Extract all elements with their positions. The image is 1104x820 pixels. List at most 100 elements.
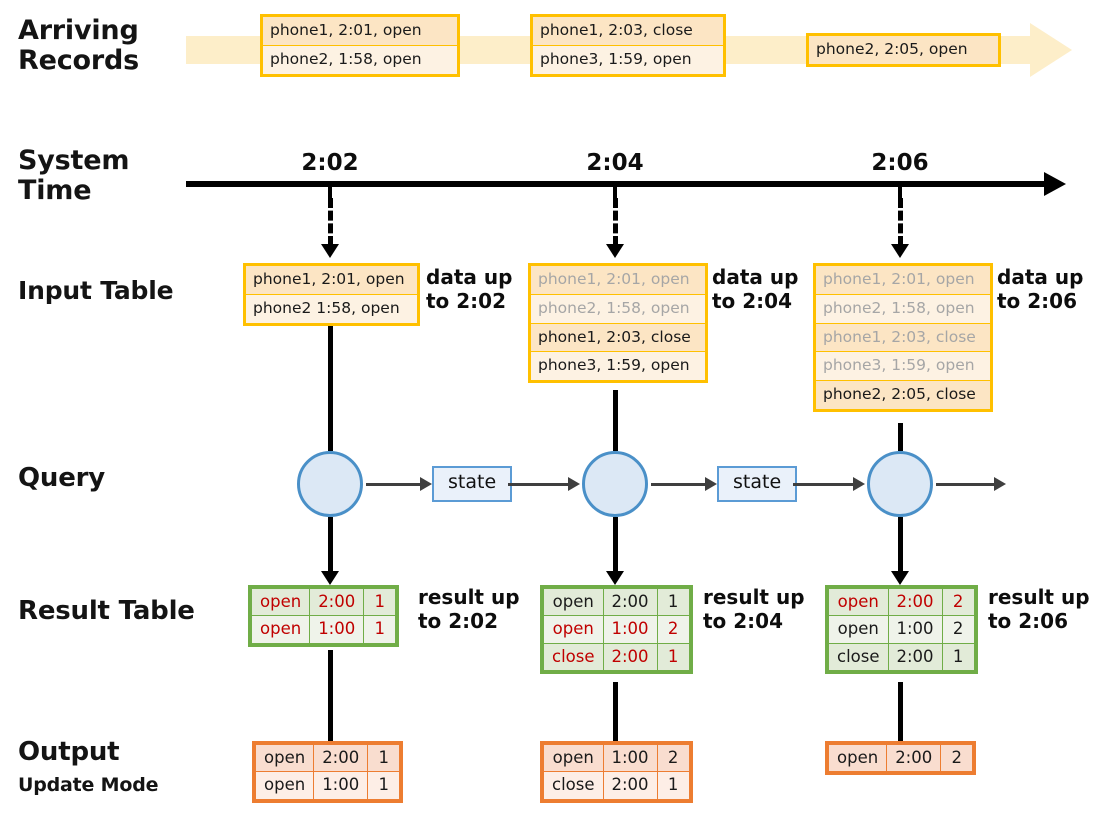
- result-cell-count: 1: [941, 642, 975, 672]
- result-cell-event: open: [543, 587, 604, 617]
- result-cell-event: close: [828, 642, 889, 672]
- input-table-row: phone2 1:58, open: [246, 294, 417, 323]
- result-table-1: open 2:00 1 open 1:00 1: [248, 585, 400, 647]
- system-time-tick-label: 2:02: [301, 150, 359, 176]
- input-table-row: phone1, 2:01, open: [531, 266, 705, 295]
- state-flow-line-1b: [508, 483, 572, 486]
- table-row: open 1:00 2: [543, 615, 690, 644]
- arrow-time-to-input-2: [605, 198, 625, 260]
- result-cell-count: 1: [656, 642, 690, 672]
- table-row: open 2:00 1: [250, 587, 397, 617]
- arriving-records-band-arrowhead: [1030, 23, 1072, 77]
- system-time-tick-label: 2:06: [871, 150, 929, 176]
- arrow-input-to-query-3: [890, 423, 910, 451]
- input-table-row: phone1, 2:03, close: [816, 323, 990, 353]
- state-box-2: state: [717, 466, 798, 502]
- input-table-row: phone3, 1:59, open: [816, 352, 990, 382]
- table-row: close 2:00 1: [828, 642, 975, 672]
- query-node-1: [297, 451, 363, 517]
- input-table-row: phone1, 2:01, open: [246, 266, 417, 295]
- state-flow-arrowhead-2a: [705, 477, 717, 491]
- table-row: open 2:00 1: [543, 587, 690, 617]
- state-flow-line-1a: [366, 483, 422, 486]
- output-table-2: open 1:00 2 close 2:00 1: [540, 741, 693, 803]
- query-node-2: [582, 451, 648, 517]
- input-table-2: phone1, 2:01, open phone2, 1:58, open ph…: [528, 263, 708, 384]
- arrow-time-to-input-3: [890, 198, 910, 260]
- arriving-record-line: phone1, 2:01, open: [263, 17, 457, 46]
- arrow-query-to-result-3: [890, 517, 910, 587]
- result-cell-count: 1: [363, 587, 397, 617]
- table-row: open 1:00 2: [543, 743, 690, 773]
- result-cell-count: 1: [656, 587, 690, 617]
- output-table-3: open 2:00 2: [825, 741, 977, 776]
- result-cell-count: 1: [363, 615, 397, 644]
- result-table-2: open 2:00 1 open 1:00 2 close 2:00 1: [540, 585, 693, 675]
- arrow-result-to-output-1: [320, 650, 340, 756]
- input-table-row: phone2, 1:58, open: [531, 294, 705, 324]
- arrow-query-to-result-2: [605, 517, 625, 587]
- table-row: open 1:00 1: [254, 771, 401, 800]
- result-cell-count: 2: [941, 615, 975, 644]
- output-cell-count: 1: [656, 771, 690, 800]
- output-cell-time: 2:00: [602, 771, 658, 800]
- arrow-result-to-output-2: [605, 682, 625, 756]
- table-row: open 2:00 2: [827, 743, 974, 773]
- result-annotation-1: result up to 2:02: [418, 585, 520, 633]
- result-cell-time: 2:00: [602, 642, 658, 672]
- table-row: close 2:00 1: [543, 771, 690, 800]
- query-node-3: [867, 451, 933, 517]
- output-cell-event: open: [254, 743, 315, 773]
- result-cell-time: 1:00: [602, 615, 658, 644]
- input-table-row: phone1, 2:03, close: [531, 323, 705, 353]
- row-label-output: Output: [18, 737, 120, 767]
- row-label-arriving-records: Arriving Records: [18, 15, 139, 77]
- result-cell-time: 1:00: [309, 615, 365, 644]
- output-cell-event: close: [543, 771, 604, 800]
- input-table-row: phone1, 2:01, open: [816, 266, 990, 295]
- system-time-tick-label: 2:04: [586, 150, 644, 176]
- state-flow-line-3: [936, 483, 998, 486]
- input-table-3: phone1, 2:01, open phone2, 1:58, open ph…: [813, 263, 993, 412]
- result-annotation-2: result up to 2:04: [703, 585, 805, 633]
- result-cell-event: open: [828, 587, 889, 617]
- output-cell-time: 2:00: [313, 743, 369, 773]
- input-annotation-2: data up to 2:04: [712, 265, 799, 313]
- state-flow-arrowhead-1b: [568, 477, 580, 491]
- input-annotation-1: data up to 2:02: [426, 265, 513, 313]
- arriving-record-line: phone2, 1:58, open: [263, 45, 457, 74]
- input-table-row: phone2, 2:05, close: [816, 381, 990, 409]
- result-cell-count: 2: [941, 587, 975, 617]
- arrow-time-to-input-1: [320, 198, 340, 260]
- result-cell-time: 2:00: [602, 587, 658, 617]
- output-table-1: open 2:00 1 open 1:00 1: [252, 741, 404, 803]
- arrow-input-to-query-1: [320, 326, 340, 451]
- result-cell-event: close: [543, 642, 604, 672]
- row-label-query: Query: [18, 463, 106, 493]
- output-cell-event: open: [254, 771, 315, 800]
- output-cell-count: 2: [940, 743, 974, 773]
- table-row: open 1:00 1: [250, 615, 397, 644]
- output-cell-count: 2: [656, 743, 690, 773]
- output-cell-event: open: [827, 743, 888, 773]
- input-table-row: phone2, 1:58, open: [816, 294, 990, 324]
- result-cell-time: 2:00: [887, 642, 943, 672]
- result-cell-event: open: [543, 615, 604, 644]
- state-flow-arrowhead-2b: [853, 477, 865, 491]
- arriving-record-batch-2: phone1, 2:03, close phone3, 1:59, open: [530, 14, 726, 77]
- arriving-record-batch-3: phone2, 2:05, open: [806, 33, 1001, 67]
- state-flow-line-2b: [793, 483, 857, 486]
- result-cell-event: open: [828, 615, 889, 644]
- arriving-record-line: phone3, 1:59, open: [533, 45, 723, 74]
- state-flow-arrowhead-1a: [420, 477, 432, 491]
- output-cell-time: 2:00: [886, 743, 942, 773]
- output-cell-time: 1:00: [313, 771, 369, 800]
- state-box-1: state: [432, 466, 513, 502]
- result-cell-time: 2:00: [309, 587, 365, 617]
- input-annotation-3: data up to 2:06: [997, 265, 1084, 313]
- result-cell-event: open: [250, 615, 311, 644]
- result-annotation-3: result up to 2:06: [988, 585, 1090, 633]
- table-row: open 2:00 1: [254, 743, 401, 773]
- output-cell-count: 1: [367, 743, 401, 773]
- arriving-record-line: phone1, 2:03, close: [533, 17, 723, 46]
